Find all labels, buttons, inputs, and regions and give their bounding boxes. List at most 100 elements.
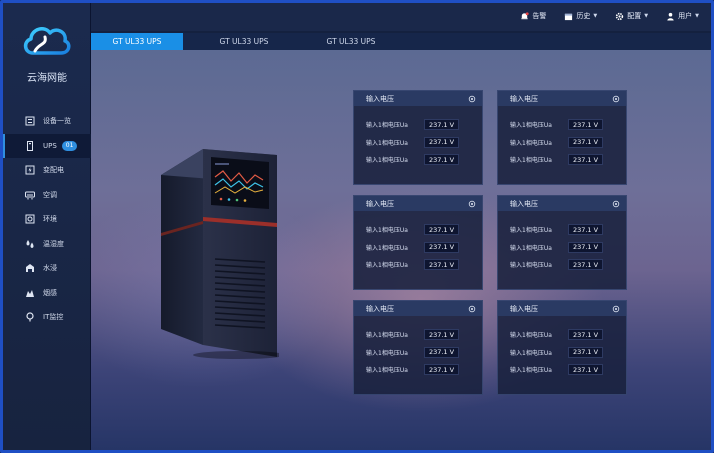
panel-title: 输入电压 [510, 94, 538, 103]
row-value: 237.1 V [568, 136, 603, 148]
calendar-icon [565, 13, 573, 20]
sidebar-item-label: 烟感 [43, 288, 57, 297]
row-label: 输入1相电压Ua [366, 349, 408, 357]
row-label: 输入1相电压Ua [510, 244, 552, 252]
cloud-logo-icon [23, 27, 71, 55]
tab-ups-2[interactable]: GT UL33 UPS [198, 33, 290, 50]
row-value: 237.1 V [568, 241, 603, 253]
panel-header: 输入电压 [498, 196, 626, 211]
panel-rows: 输入1相电压Ua 237.1 V 输入1相电压Ua 237.1 V 输入1相电压Ua… [354, 211, 482, 274]
row-label: 输入1相电压Ua [366, 227, 408, 235]
row-label: 输入1相电压Ua [366, 262, 408, 270]
data-row: 输入1相电压Ua 237.1 V [354, 361, 482, 379]
sidebar-item-power[interactable]: 变配电 [3, 158, 91, 183]
sidebar-item-label: 变配电 [43, 166, 64, 175]
ups-count-badge: 01 [61, 140, 78, 151]
data-row: 输入1相电压Ua 237.1 V [354, 344, 482, 362]
user-menu[interactable]: 用户 ▼ [666, 11, 699, 21]
data-row: 输入1相电压Ua 237.1 V [354, 326, 482, 344]
row-value: 237.1 V [424, 136, 459, 148]
ups-device-illustration [161, 149, 279, 359]
alarm-label: 告警 [532, 12, 547, 20]
user-icon [667, 12, 674, 21]
row-label: 输入1相电压Ua [510, 157, 552, 165]
alarm-bell-icon [521, 11, 530, 19]
row-label: 输入1相电压Ua [366, 244, 408, 252]
settings-icon[interactable] [468, 95, 476, 103]
data-row: 输入1相电压Ua 237.1 V [498, 221, 626, 239]
row-label: 输入1相电压Ua [366, 139, 408, 147]
air-conditioner-icon [25, 191, 35, 200]
data-row: 输入1相电压Ua 237.1 V [498, 361, 626, 379]
sidebar-item-water[interactable]: 水浸 [3, 256, 91, 281]
row-label: 输入1相电压Ua [366, 157, 408, 165]
data-row: 输入1相电压Ua 237.1 V [498, 326, 626, 344]
data-row: 输入1相电压Ua 237.1 V [354, 256, 482, 274]
settings-icon[interactable] [468, 305, 476, 313]
panel-title: 输入电压 [510, 304, 538, 313]
main-content: 输入电压 输入1相电压Ua 237.1 V 输入1相电压Ua 237.1 V 输入1… [91, 50, 711, 450]
sidebar-item-smoke[interactable]: 烟感 [3, 281, 91, 306]
power-icon [25, 165, 35, 175]
monitor-icon [26, 312, 34, 322]
settings-icon[interactable] [612, 95, 620, 103]
data-row: 输入1相电压Ua 237.1 V [498, 256, 626, 274]
input-voltage-panel: 输入电压 输入1相电压Ua 237.1 V 输入1相电压Ua 237.1 V 输入1… [353, 90, 483, 185]
chevron-down-icon: ▼ [695, 13, 699, 19]
brand-name: 云海网能 [27, 73, 67, 84]
history-menu[interactable]: 历史 ▼ [564, 11, 597, 21]
list-icon [25, 116, 35, 126]
input-voltage-panel: 输入电压 输入1相电压Ua 237.1 V 输入1相电压Ua 237.1 V 输入1… [497, 90, 627, 185]
sidebar-item-label: 环境 [43, 215, 57, 224]
sidebar: 云海网能 设备一览 UPS 01 变配电 空调 环境 温湿度 水浸 烟感 IT监… [3, 3, 91, 450]
row-label: 输入1相电压Ua [366, 332, 408, 340]
panel-title: 输入电压 [510, 199, 538, 208]
panel-rows: 输入1相电压Ua 237.1 V 输入1相电压Ua 237.1 V 输入1相电压Ua… [498, 316, 626, 379]
panel-rows: 输入1相电压Ua 237.1 V 输入1相电压Ua 237.1 V 输入1相电压Ua… [354, 316, 482, 379]
sidebar-item-label: 设备一览 [43, 117, 71, 126]
row-value: 237.1 V [568, 364, 603, 376]
row-value: 237.1 V [424, 154, 459, 166]
input-voltage-panel: 输入电压 输入1相电压Ua 237.1 V 输入1相电压Ua 237.1 V 输入1… [497, 195, 627, 290]
config-label: 配置 [627, 12, 642, 20]
sidebar-item-humidity[interactable]: 温湿度 [3, 232, 91, 257]
app-window: 云海网能 设备一览 UPS 01 变配电 空调 环境 温湿度 水浸 烟感 IT监… [0, 0, 714, 453]
water-icon [26, 264, 34, 273]
sidebar-item-it-monitor[interactable]: IT监控 [3, 305, 91, 330]
sidebar-item-air-conditioner[interactable]: 空调 [3, 183, 91, 208]
tab-ups-1[interactable]: GT UL33 UPS [91, 33, 183, 50]
tab-ups-3[interactable]: GT UL33 UPS [305, 33, 397, 50]
settings-icon[interactable] [612, 305, 620, 313]
row-value: 237.1 V [424, 329, 459, 341]
data-row: 输入1相电压Ua 237.1 V [354, 151, 482, 169]
gear-icon [616, 12, 624, 20]
top-actions: 告警 历史 ▼ 配置 ▼ 用户 ▼ [520, 11, 699, 21]
alarm-button[interactable]: 告警 [520, 11, 546, 21]
row-label: 输入1相电压Ua [366, 122, 408, 130]
sidebar-item-ups[interactable]: UPS 01 [3, 133, 91, 158]
panel-header: 输入电压 [354, 301, 482, 316]
panel-rows: 输入1相电压Ua 237.1 V 输入1相电压Ua 237.1 V 输入1相电压Ua… [354, 106, 482, 169]
data-row: 输入1相电压Ua 237.1 V [354, 116, 482, 134]
sidebar-item-label: 空调 [43, 190, 57, 199]
input-voltage-panel: 输入电压 输入1相电压Ua 237.1 V 输入1相电压Ua 237.1 V 输入1… [353, 195, 483, 290]
ups-icon [27, 140, 33, 151]
panel-header: 输入电压 [354, 91, 482, 106]
panel-header: 输入电压 [498, 91, 626, 106]
input-voltage-panel: 输入电压 输入1相电压Ua 237.1 V 输入1相电压Ua 237.1 V 输入1… [497, 300, 627, 395]
row-value: 237.1 V [424, 346, 459, 358]
sidebar-item-environment[interactable]: 环境 [3, 207, 91, 232]
row-value: 237.1 V [424, 241, 459, 253]
sidebar-item-overview[interactable]: 设备一览 [3, 109, 91, 134]
sidebar-item-label: 温湿度 [43, 239, 64, 248]
row-value: 237.1 V [424, 364, 459, 376]
row-label: 输入1相电压Ua [510, 367, 552, 375]
data-row: 输入1相电压Ua 237.1 V [498, 239, 626, 257]
data-row: 输入1相电压Ua 237.1 V [498, 151, 626, 169]
settings-icon[interactable] [468, 200, 476, 208]
sidebar-item-label: IT监控 [43, 313, 64, 322]
user-label: 用户 [678, 12, 693, 20]
row-value: 237.1 V [424, 119, 459, 131]
settings-icon[interactable] [612, 200, 620, 208]
config-menu[interactable]: 配置 ▼ [615, 11, 648, 21]
